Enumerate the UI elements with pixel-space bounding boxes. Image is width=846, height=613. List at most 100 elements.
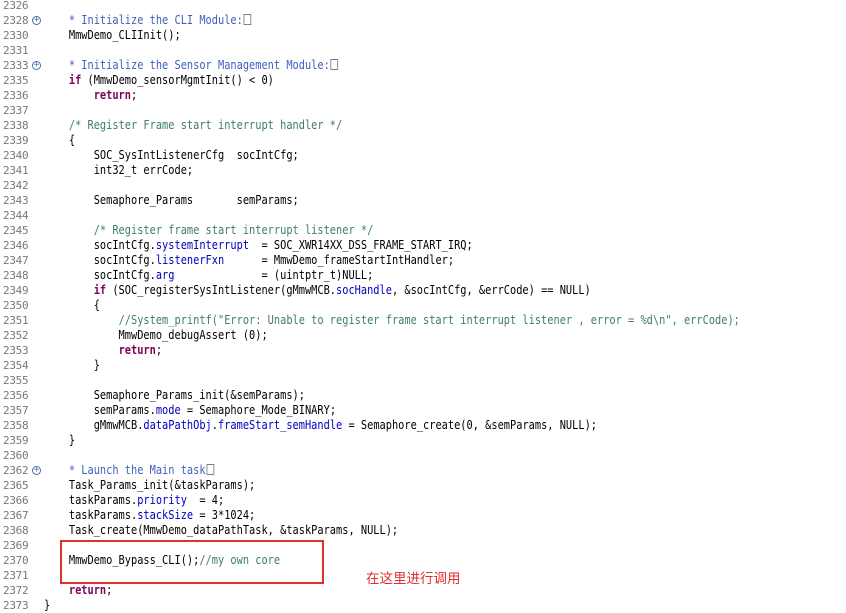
code-token: taskParams.: [44, 508, 138, 522]
code-token: ;: [106, 583, 113, 597]
code-line[interactable]: 2331: [0, 43, 846, 58]
code-line[interactable]: 2336 return;: [0, 88, 846, 103]
code-text: //System_printf("Error: Unable to regist…: [44, 313, 740, 328]
line-number: 2357: [3, 404, 29, 417]
code-token: systemInterrupt: [155, 238, 250, 252]
code-token: socIntCfg.: [44, 253, 156, 267]
collapsed-block-icon[interactable]: [243, 14, 252, 25]
line-number: 2343: [3, 194, 29, 207]
code-token: /* Register Frame start interrupt handle…: [68, 118, 343, 132]
code-text: }: [44, 433, 75, 448]
code-line[interactable]: 2348 socIntCfg.arg = (uintptr_t)NULL;: [0, 268, 846, 283]
code-line[interactable]: 2360: [0, 448, 846, 463]
code-line[interactable]: 2352 MmwDemo_debugAssert (0);: [0, 328, 846, 343]
code-line[interactable]: 2367 taskParams.stackSize = 3*1024;: [0, 508, 846, 523]
code-token: socHandle: [336, 283, 392, 297]
code-token: = SOC_XWR14XX_DSS_FRAME_START_IRQ;: [249, 238, 473, 252]
collapsed-block-icon[interactable]: [206, 464, 215, 475]
line-number: 2333: [3, 59, 29, 72]
code-line[interactable]: 2333 + * Initialize the Sensor Management…: [0, 58, 846, 73]
code-line[interactable]: 2354 }: [0, 358, 846, 373]
code-line[interactable]: 2328 + * Initialize the CLI Module:: [0, 13, 846, 28]
code-text: return;: [44, 343, 163, 358]
code-line[interactable]: 2330 MmwDemo_CLIInit();: [0, 28, 846, 43]
code-token: ;: [155, 343, 163, 357]
code-text: return;: [44, 88, 138, 103]
code-line[interactable]: 2326: [0, 0, 846, 13]
line-number: 2369: [3, 539, 29, 552]
code-text: if (MmwDemo_sensorMgmtInit() < 0): [44, 73, 274, 88]
code-token: if: [68, 73, 82, 87]
code-token: MmwDemo_debugAssert (0);: [44, 328, 268, 342]
line-number: 2335: [3, 74, 29, 87]
code-token: {: [44, 298, 100, 312]
code-text: taskParams.stackSize = 3*1024;: [44, 508, 255, 523]
line-number: 2354: [3, 359, 29, 372]
fold-expand-icon[interactable]: +: [32, 466, 41, 475]
line-number: 2352: [3, 329, 29, 342]
code-line[interactable]: 2358 gMmwMCB.dataPathObj.frameStart_semH…: [0, 418, 846, 433]
line-number: 2348: [3, 269, 29, 282]
code-line[interactable]: 2349 if (SOC_registerSysIntListener(gMmw…: [0, 283, 846, 298]
line-number: 2371: [3, 569, 29, 582]
code-line[interactable]: 2362 + * Launch the Main task: [0, 463, 846, 478]
code-token: return: [93, 88, 131, 102]
code-line[interactable]: 2343 Semaphore_Params semParams;: [0, 193, 846, 208]
code-token: = Semaphore_create(0, &semParams, NULL);: [342, 418, 598, 432]
code-text: gMmwMCB.dataPathObj.frameStart_semHandle…: [44, 418, 597, 433]
code-line[interactable]: 2338 /* Register Frame start interrupt h…: [0, 118, 846, 133]
code-token: socIntCfg.: [44, 238, 156, 252]
code-line[interactable]: 2344: [0, 208, 846, 223]
line-number: 2326: [3, 0, 29, 12]
code-text: }: [44, 598, 50, 613]
code-line[interactable]: 2365 Task_Params_init(&taskParams);: [0, 478, 846, 493]
annotation-text: 在这里进行调用: [366, 571, 461, 587]
code-line[interactable]: 2335 if (MmwDemo_sensorMgmtInit() < 0): [0, 73, 846, 88]
fold-expand-icon[interactable]: +: [32, 16, 41, 25]
line-number: 2359: [3, 434, 29, 447]
code-token: (SOC_registerSysIntListener(gMmwMCB.: [106, 283, 337, 297]
code-text: {: [44, 133, 75, 148]
code-line[interactable]: 2357 semParams.mode = Semaphore_Mode_BIN…: [0, 403, 846, 418]
line-number: 2373: [3, 599, 29, 612]
code-text: }: [44, 358, 100, 373]
fold-expand-icon[interactable]: +: [32, 61, 41, 70]
code-line[interactable]: 2341 int32_t errCode;: [0, 163, 846, 178]
code-line[interactable]: 2350 {: [0, 298, 846, 313]
code-line[interactable]: 2340 SOC_SysIntListenerCfg socIntCfg;: [0, 148, 846, 163]
code-line[interactable]: 2351 //System_printf("Error: Unable to r…: [0, 313, 846, 328]
code-text: int32_t errCode;: [44, 163, 193, 178]
code-line[interactable]: 2366 taskParams.priority = 4;: [0, 493, 846, 508]
code-line[interactable]: 2337: [0, 103, 846, 118]
code-line[interactable]: 2355: [0, 373, 846, 388]
code-token: , &socIntCfg, &errCode) == NULL): [391, 283, 591, 297]
code-text: socIntCfg.systemInterrupt = SOC_XWR14XX_…: [44, 238, 473, 253]
code-token: = (uintptr_t)NULL;: [174, 268, 374, 282]
line-number: 2365: [3, 479, 29, 492]
code-editor[interactable]: 2326 2328 + * Initialize the CLI Module: 23…: [0, 0, 846, 612]
code-token: gMmwMCB.: [44, 418, 144, 432]
code-token: }: [44, 358, 100, 372]
collapsed-block-icon[interactable]: [330, 59, 339, 70]
code-line[interactable]: 2347 socIntCfg.listenerFxn = MmwDemo_fra…: [0, 253, 846, 268]
code-line[interactable]: 2373}: [0, 598, 846, 613]
code-token: return: [68, 583, 107, 597]
code-line[interactable]: 2346 socIntCfg.systemInterrupt = SOC_XWR…: [0, 238, 846, 253]
line-number: 2372: [3, 584, 29, 597]
code-line[interactable]: 2356 Semaphore_Params_init(&semParams);: [0, 388, 846, 403]
line-number: 2330: [3, 29, 29, 42]
code-line[interactable]: 2359 }: [0, 433, 846, 448]
code-line[interactable]: 2339 {: [0, 133, 846, 148]
code-token: = 3*1024;: [193, 508, 256, 522]
code-line[interactable]: 2342: [0, 178, 846, 193]
code-line[interactable]: 2368 Task_create(MmwDemo_dataPathTask, &…: [0, 523, 846, 538]
code-line[interactable]: 2345 /* Register frame start interrupt l…: [0, 223, 846, 238]
line-number: 2338: [3, 119, 29, 132]
code-text: SOC_SysIntListenerCfg socIntCfg;: [44, 148, 299, 163]
code-text: Semaphore_Params_init(&semParams);: [44, 388, 305, 403]
code-line[interactable]: 2353 return;: [0, 343, 846, 358]
code-token: taskParams.: [44, 493, 138, 507]
